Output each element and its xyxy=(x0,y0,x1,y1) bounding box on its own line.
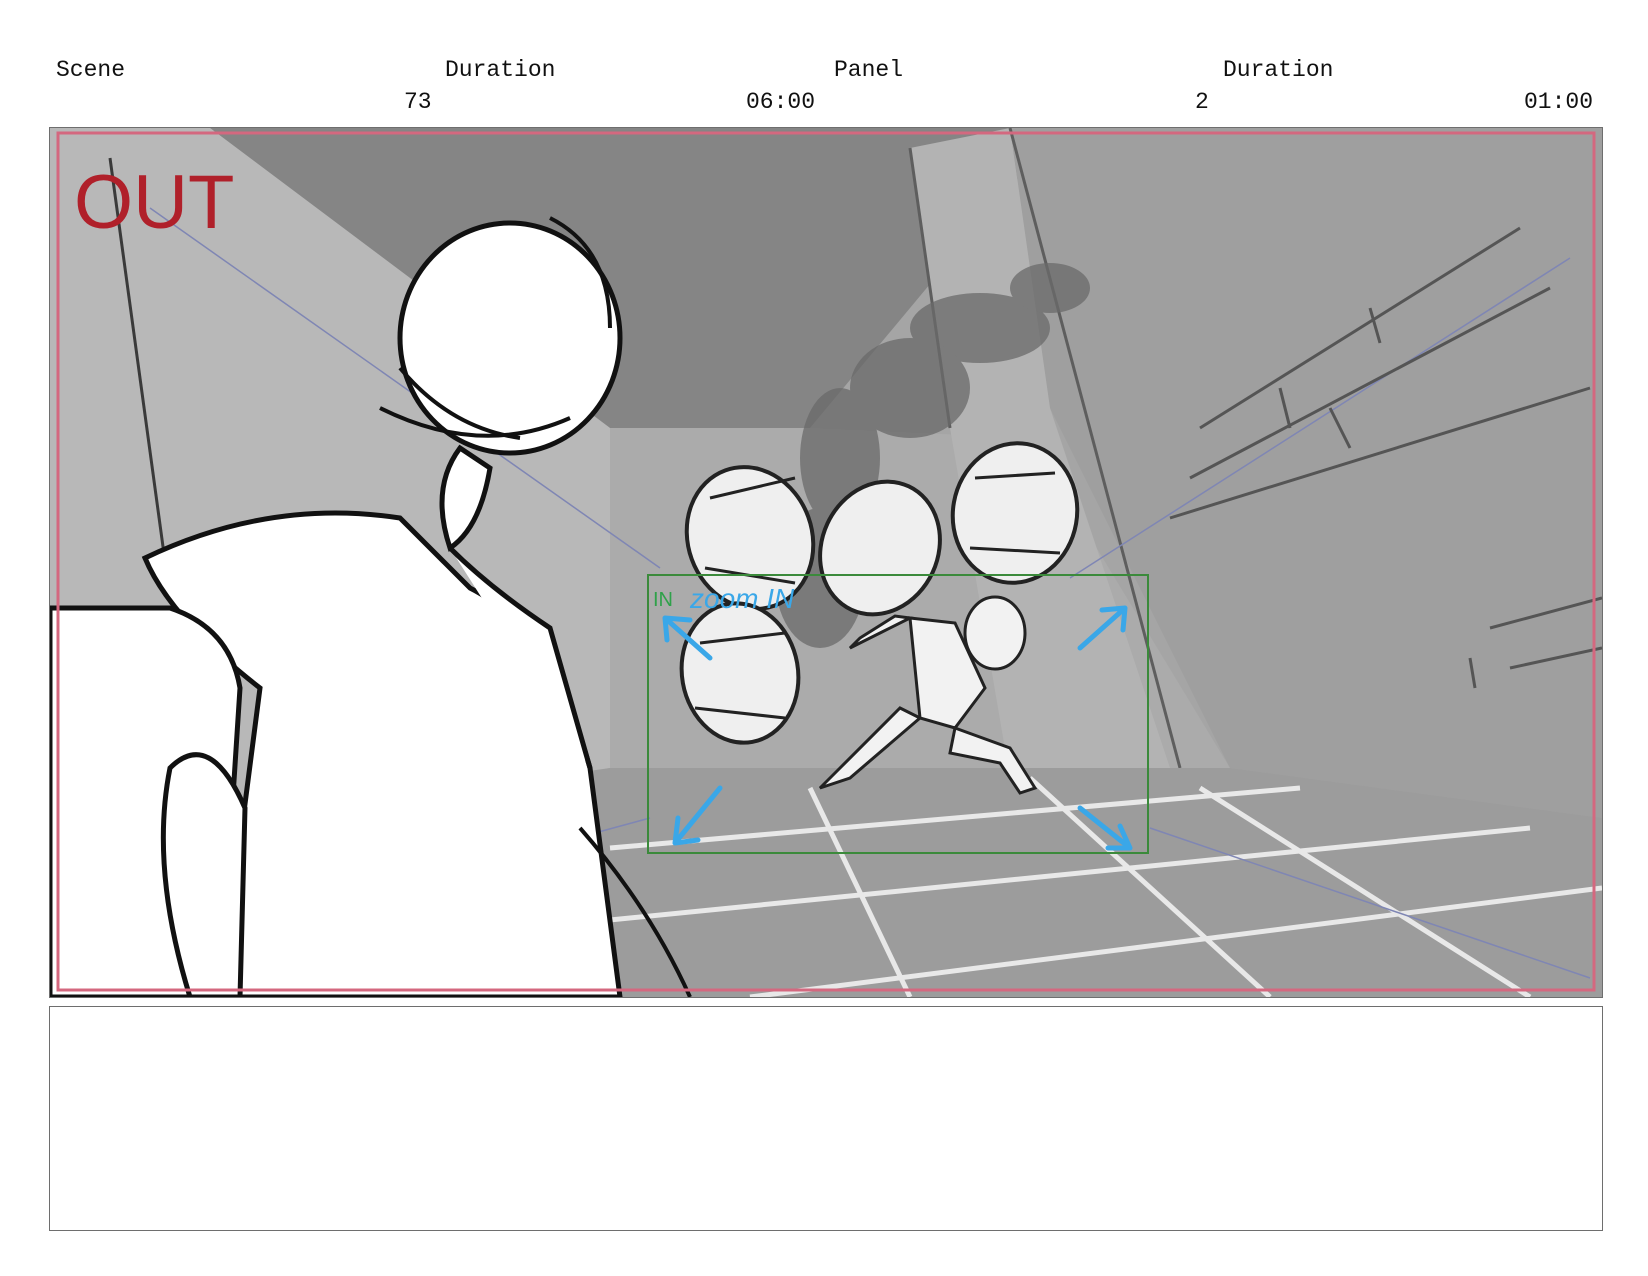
scene-duration-label: Duration xyxy=(445,57,556,83)
panel-duration-label: Duration xyxy=(1223,57,1334,83)
scene-number: 73 xyxy=(404,89,432,115)
storyboard-panel: OUT IN zoom IN xyxy=(49,127,1603,998)
scene-label: Scene xyxy=(56,57,126,83)
camera-note: zoom IN xyxy=(689,583,795,614)
panel-duration: 01:00 xyxy=(1524,89,1594,115)
panel-number: 2 xyxy=(1195,89,1209,115)
panel-label: Panel xyxy=(834,57,904,83)
notes-box[interactable] xyxy=(49,1006,1603,1231)
scene-duration: 06:00 xyxy=(746,89,816,115)
out-label: OUT xyxy=(74,160,234,245)
storyboard-sketch: OUT IN zoom IN xyxy=(50,128,1602,997)
in-label: IN xyxy=(653,589,673,611)
